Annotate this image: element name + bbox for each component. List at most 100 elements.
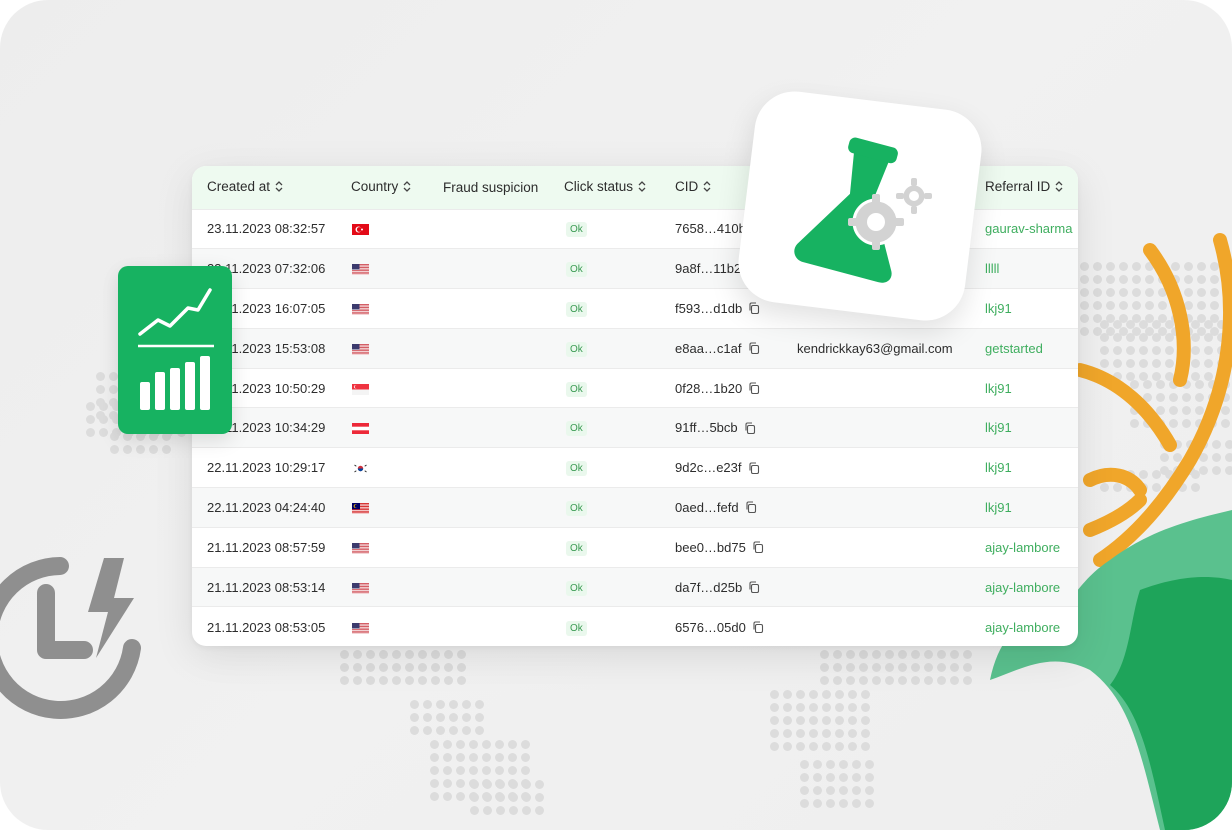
- map-dot: [522, 793, 531, 802]
- referral-link[interactable]: ajay-lambore: [985, 620, 1060, 635]
- click-status-cell: Ok: [549, 607, 660, 646]
- lab-tile: [733, 86, 987, 326]
- sort-icon[interactable]: [638, 180, 646, 195]
- copy-icon[interactable]: [748, 581, 760, 594]
- map-dot: [379, 663, 388, 672]
- map-dot: [861, 729, 870, 738]
- referral-id-cell[interactable]: ajay-lambore: [970, 527, 1078, 567]
- referral-id-cell[interactable]: lkj91: [970, 448, 1078, 488]
- map-dot: [813, 799, 822, 808]
- map-dot: [859, 676, 868, 685]
- referral-id-cell[interactable]: lkj91: [970, 368, 1078, 408]
- referral-link[interactable]: getstarted: [985, 341, 1043, 356]
- map-dot: [852, 799, 861, 808]
- malaysia-flag: [351, 500, 369, 515]
- map-dot: [846, 676, 855, 685]
- sort-icon[interactable]: [703, 180, 711, 195]
- map-dot: [898, 676, 907, 685]
- referral-link[interactable]: lllll: [985, 261, 999, 276]
- table-row[interactable]: 22.11.2023 04:24:40 Ok 0aed…fefd lkj91: [192, 487, 1078, 528]
- table-row[interactable]: 22.11.2023 10:34:29 Ok 91ff…5bcb lkj91: [192, 407, 1078, 448]
- usa-flag: [351, 620, 369, 635]
- table-row[interactable]: 22.11.2023 15:53:08 Ok e8aa…c1af kendrickka…: [192, 328, 1078, 369]
- cid-value: 91ff…5bcb: [675, 420, 738, 436]
- map-dot: [796, 729, 805, 738]
- copy-icon[interactable]: [748, 342, 760, 355]
- fraud-suspicion-cell: [428, 368, 549, 408]
- map-dot: [96, 385, 105, 394]
- table-row[interactable]: 21.11.2023 08:57:59 Ok bee0…bd75 ajay-lambo…: [192, 527, 1078, 567]
- map-dot: [813, 760, 822, 769]
- map-dot: [885, 650, 894, 659]
- map-dot: [340, 650, 349, 659]
- map-dot: [950, 663, 959, 672]
- map-dot: [800, 760, 809, 769]
- column-header[interactable]: Created at: [192, 166, 336, 209]
- map-dot: [431, 650, 440, 659]
- referral-id-cell[interactable]: lkj91: [970, 408, 1078, 448]
- referral-link[interactable]: ajay-lambore: [985, 580, 1060, 595]
- map-dot: [848, 742, 857, 751]
- map-dot: [820, 676, 829, 685]
- usa-flag: [351, 341, 369, 356]
- fraud-suspicion-cell: [428, 567, 549, 607]
- copy-icon[interactable]: [744, 422, 756, 434]
- map-dot: [366, 663, 375, 672]
- referral-id-cell[interactable]: lkj91: [970, 488, 1078, 528]
- sort-icon[interactable]: [1055, 180, 1063, 195]
- map-dot: [423, 713, 432, 722]
- copy-icon[interactable]: [752, 541, 764, 554]
- table-row[interactable]: 22.11.2023 10:50:29 Ok 0f28…1b20 lkj91: [192, 368, 1078, 408]
- map-dot: [911, 663, 920, 672]
- click-status-cell: Ok: [549, 328, 660, 368]
- referral-link[interactable]: lkj91: [985, 420, 1012, 435]
- country-cell: [336, 607, 428, 646]
- copy-icon[interactable]: [752, 621, 764, 634]
- map-dot: [457, 676, 466, 685]
- fraud-suspicion-cell: [428, 488, 549, 528]
- map-dot: [833, 676, 842, 685]
- map-dot: [449, 713, 458, 722]
- map-dot: [839, 773, 848, 782]
- column-header[interactable]: Click status: [549, 166, 660, 209]
- sort-icon[interactable]: [275, 180, 283, 195]
- copy-icon[interactable]: [745, 501, 757, 514]
- referral-link[interactable]: ajay-lambore: [985, 540, 1060, 555]
- referral-id-cell[interactable]: lkj91: [970, 289, 1078, 329]
- map-dot: [796, 690, 805, 699]
- column-header[interactable]: Country: [336, 166, 428, 209]
- copy-icon[interactable]: [748, 462, 760, 474]
- map-dot: [796, 742, 805, 751]
- table-row[interactable]: 21.11.2023 08:53:05 Ok 6576…05d0 ajay-lambo…: [192, 606, 1078, 646]
- referral-link[interactable]: lkj91: [985, 381, 1012, 396]
- table-row[interactable]: 22.11.2023 10:29:17 Ok 9d2c…e23f lkj91: [192, 447, 1078, 488]
- map-dot: [469, 766, 478, 775]
- referral-id-cell[interactable]: ajay-lambore: [970, 607, 1078, 646]
- map-dot: [963, 676, 972, 685]
- column-header[interactable]: Referral ID: [970, 166, 1078, 209]
- table-row[interactable]: 21.11.2023 08:53:14 Ok da7f…d25b ajay-lambo…: [192, 567, 1078, 607]
- map-dot: [950, 650, 959, 659]
- map-dot: [99, 402, 108, 411]
- map-dot: [535, 806, 544, 815]
- referral-id-cell[interactable]: ajay-lambore: [970, 567, 1078, 607]
- singapore-flag: [351, 381, 369, 396]
- map-dot: [436, 726, 445, 735]
- referral-link[interactable]: lkj91: [985, 301, 1012, 316]
- referral-id-cell[interactable]: gaurav-sharma: [970, 209, 1078, 249]
- referral-link[interactable]: lkj91: [985, 460, 1012, 475]
- referral-link[interactable]: lkj91: [985, 500, 1012, 515]
- cid-value: 0f28…1b20: [675, 380, 743, 396]
- copy-icon[interactable]: [748, 382, 760, 395]
- map-dot: [462, 726, 471, 735]
- referral-link[interactable]: gaurav-sharma: [985, 221, 1072, 236]
- map-dot: [809, 729, 818, 738]
- map-dot: [852, 786, 861, 795]
- map-dot: [392, 650, 401, 659]
- map-dot: [535, 780, 544, 789]
- sort-icon[interactable]: [403, 180, 411, 195]
- referral-id-cell[interactable]: getstarted: [970, 328, 1078, 368]
- cid-value: 9a8f…11b2: [675, 261, 742, 277]
- map-dot: [136, 445, 145, 454]
- referral-id-cell[interactable]: lllll: [970, 249, 1078, 289]
